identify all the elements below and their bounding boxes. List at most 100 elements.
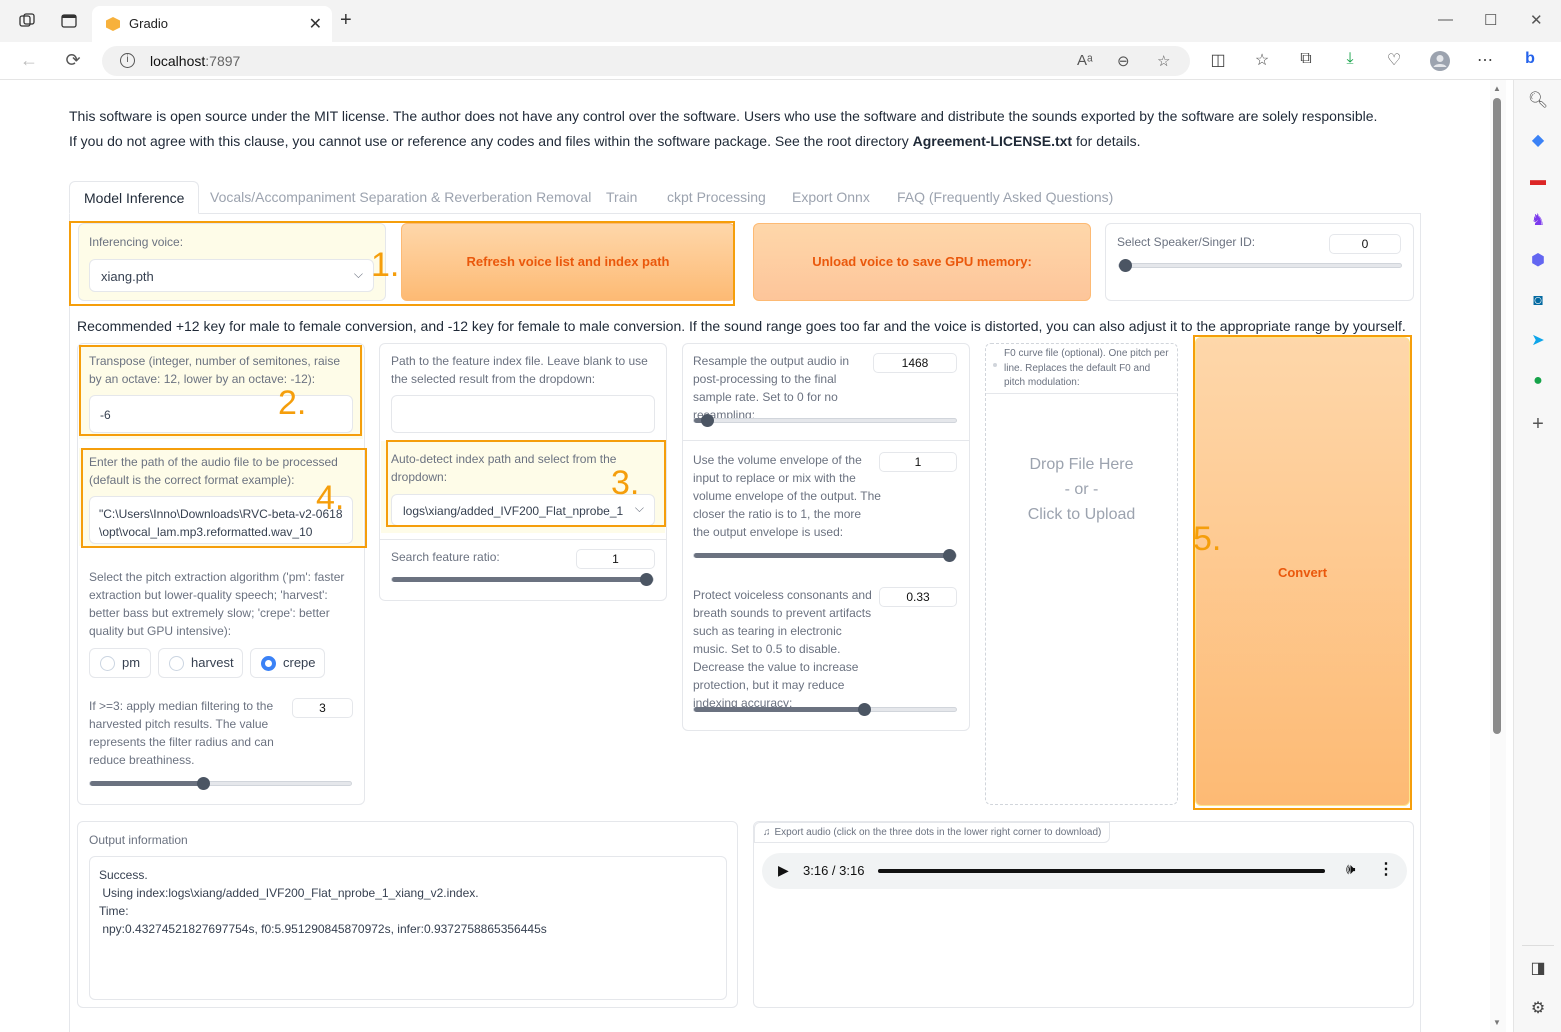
new-tab-icon[interactable]: +: [340, 10, 352, 30]
resample-input[interactable]: 1468: [873, 353, 957, 373]
more-options-icon[interactable]: ⋮: [1378, 859, 1394, 879]
sidebar-settings-gear-icon[interactable]: ⚙: [1527, 998, 1549, 1020]
tab-train[interactable]: Train: [592, 181, 651, 214]
workspaces-icon[interactable]: [18, 12, 36, 30]
unload-voice-button[interactable]: Unload voice to save GPU memory:: [753, 223, 1091, 301]
protect-slider[interactable]: [693, 703, 957, 716]
search-icon[interactable]: 🔍︎: [1527, 90, 1549, 112]
tab-model-inference[interactable]: Model Inference: [69, 181, 200, 214]
median-filter-label: If >=3: apply median filtering to the ha…: [89, 699, 274, 767]
license-line-1: This software is open source under the M…: [69, 108, 1378, 124]
index-path-label: Path to the feature index file. Leave bl…: [391, 354, 648, 386]
export-audio-label: ♫ Export audio (click on the three dots i…: [754, 822, 1111, 843]
tab-ckpt-processing[interactable]: ckpt Processing: [653, 181, 780, 214]
scroll-up-icon[interactable]: ▲: [1493, 84, 1501, 93]
transpose-label: Transpose (integer, number of semitones,…: [89, 354, 341, 386]
whatsapp-icon[interactable]: ●: [1527, 370, 1549, 392]
hide-sidebar-icon[interactable]: ◨: [1527, 958, 1549, 980]
play-icon[interactable]: ▶: [778, 862, 789, 879]
transpose-input[interactable]: -6: [89, 395, 353, 433]
url-field[interactable]: i localhost:7897 A͏ᵃ ⊖ ☆: [102, 46, 1190, 76]
browser-tab-gradio[interactable]: Gradio ✕: [92, 6, 332, 42]
games-icon[interactable]: ♞: [1527, 210, 1549, 232]
performance-icon[interactable]: ♡: [1383, 50, 1405, 70]
collections-icon[interactable]: ⧉: [1295, 50, 1317, 68]
minimize-icon[interactable]: —: [1438, 11, 1453, 28]
search-ratio-input[interactable]: 1: [576, 549, 655, 569]
radio-harvest[interactable]: harvest: [158, 648, 243, 678]
f0-label: F0 curve file (optional). One pitch per …: [1004, 348, 1169, 388]
scroll-down-icon[interactable]: ▼: [1493, 1018, 1501, 1027]
f0-file-upload[interactable]: F0 curve file (optional). One pitch per …: [985, 343, 1178, 805]
audio-progress-bar[interactable]: [878, 869, 1325, 873]
protect-input[interactable]: 0.33: [879, 587, 957, 607]
split-screen-icon[interactable]: ◫: [1207, 50, 1229, 70]
close-window-icon[interactable]: ✕: [1530, 11, 1543, 29]
tools-briefcase-icon[interactable]: ▬: [1527, 170, 1549, 192]
back-icon[interactable]: ←: [18, 50, 40, 71]
browser-sidebar: 🔍︎ ◆ ▬ ♞ ⬢ ◙ ➤ ● + ◨ ⚙: [1513, 80, 1561, 1032]
annotation-5: 5.: [1193, 520, 1222, 558]
profile-avatar-icon[interactable]: [1429, 50, 1451, 77]
volume-envelope-input[interactable]: 1: [879, 452, 957, 472]
median-filter-input[interactable]: 3: [292, 698, 353, 718]
voice-dropdown[interactable]: xiang.pth ⌵: [89, 259, 374, 292]
audio-progress-fill: [878, 869, 1325, 873]
index-path-input[interactable]: [391, 395, 655, 433]
microsoft365-icon[interactable]: ⬢: [1527, 250, 1549, 272]
radio-pm[interactable]: pm: [89, 648, 151, 678]
downloads-icon[interactable]: ⤓: [1339, 50, 1361, 68]
shopping-tag-icon[interactable]: ◆: [1527, 130, 1549, 152]
read-aloud-icon[interactable]: A͏ᵃ: [1077, 52, 1093, 69]
more-options-icon[interactable]: ⋯: [1474, 50, 1496, 70]
tab-actions-icon[interactable]: [60, 12, 78, 30]
scrollbar-thumb[interactable]: [1493, 98, 1501, 734]
chevron-down-icon: ⌵: [634, 501, 644, 515]
voice-select-label: Inferencing voice:: [89, 235, 184, 249]
page-scrollbar[interactable]: ▲ ▼: [1490, 80, 1506, 1032]
outlook-icon[interactable]: ◙: [1527, 290, 1549, 312]
zoom-icon[interactable]: ⊖: [1117, 52, 1130, 70]
auto-index-value: logs\xiang/added_IVF200_Flat_nprobe_1: [403, 504, 624, 518]
refresh-voice-button[interactable]: Refresh voice list and index path: [401, 223, 735, 301]
maximize-icon[interactable]: ☐: [1484, 11, 1497, 29]
convert-button[interactable]: Convert: [1195, 337, 1410, 806]
search-ratio-slider[interactable]: [391, 573, 654, 586]
favorites-icon[interactable]: ☆: [1251, 50, 1273, 70]
annotation-4: 4.: [316, 479, 345, 517]
volume-icon[interactable]: 🕪︎: [1346, 861, 1355, 878]
audio-path-value: "C:\Users\Inno\Downloads\RVC-beta-v2-061…: [99, 507, 343, 539]
close-tab-icon[interactable]: ✕: [309, 14, 322, 34]
audio-time: 3:16 / 3:16: [803, 863, 865, 878]
output-info-textarea[interactable]: Success. Using index:logs\xiang/added_IV…: [89, 856, 727, 1000]
f0-header: F0 curve file (optional). One pitch per …: [986, 344, 1177, 394]
tab-vocals-separation[interactable]: Vocals/Accompaniment Separation & Reverb…: [196, 181, 605, 214]
tab-export-onnx[interactable]: Export Onnx: [778, 181, 884, 214]
speaker-id-slider[interactable]: [1118, 259, 1402, 272]
audio-path-textarea[interactable]: "C:\Users\Inno\Downloads\RVC-beta-v2-061…: [89, 496, 353, 544]
site-info-icon[interactable]: i: [120, 53, 135, 68]
tab-faq[interactable]: FAQ (Frequently Asked Questions): [883, 181, 1127, 214]
refresh-icon[interactable]: ⟳: [62, 50, 84, 71]
radio-crepe[interactable]: crepe: [250, 648, 325, 678]
favorite-star-icon[interactable]: ☆: [1157, 52, 1170, 70]
chevron-down-icon: ⌵: [353, 267, 363, 281]
speaker-id-block: Select Speaker/Singer ID: 0: [1105, 223, 1414, 301]
transpose-value: -6: [100, 408, 111, 422]
speaker-id-input[interactable]: 0: [1329, 234, 1401, 254]
copilot-icon[interactable]: b: [1519, 50, 1541, 68]
browser-address-bar: ← ⟳ i localhost:7897 A͏ᵃ ⊖ ☆ ◫ ☆ ⧉ ⤓ ♡ ⋯…: [0, 42, 1561, 80]
drop-zone-text: Drop File Here - or - Click to Upload: [1027, 456, 1136, 523]
output-info-block: Output information Success. Using index:…: [77, 821, 738, 1008]
speaker-id-label: Select Speaker/Singer ID:: [1117, 235, 1256, 249]
volume-envelope-label: Use the volume envelope of the input to …: [693, 453, 881, 539]
voice-select-block: Inferencing voice: xiang.pth ⌵: [78, 223, 386, 301]
resample-slider[interactable]: [693, 414, 957, 427]
add-sidebar-app-icon[interactable]: +: [1527, 413, 1549, 435]
median-filter-slider[interactable]: [89, 777, 352, 790]
license-line-2: If you do not agree with this clause, yo…: [69, 133, 1141, 149]
annotation-3: 3.: [611, 464, 640, 502]
pitch-algorithm-label: Select the pitch extraction algorithm ('…: [89, 570, 345, 638]
volume-envelope-slider[interactable]: [693, 549, 957, 562]
telegram-icon[interactable]: ➤: [1527, 330, 1549, 352]
